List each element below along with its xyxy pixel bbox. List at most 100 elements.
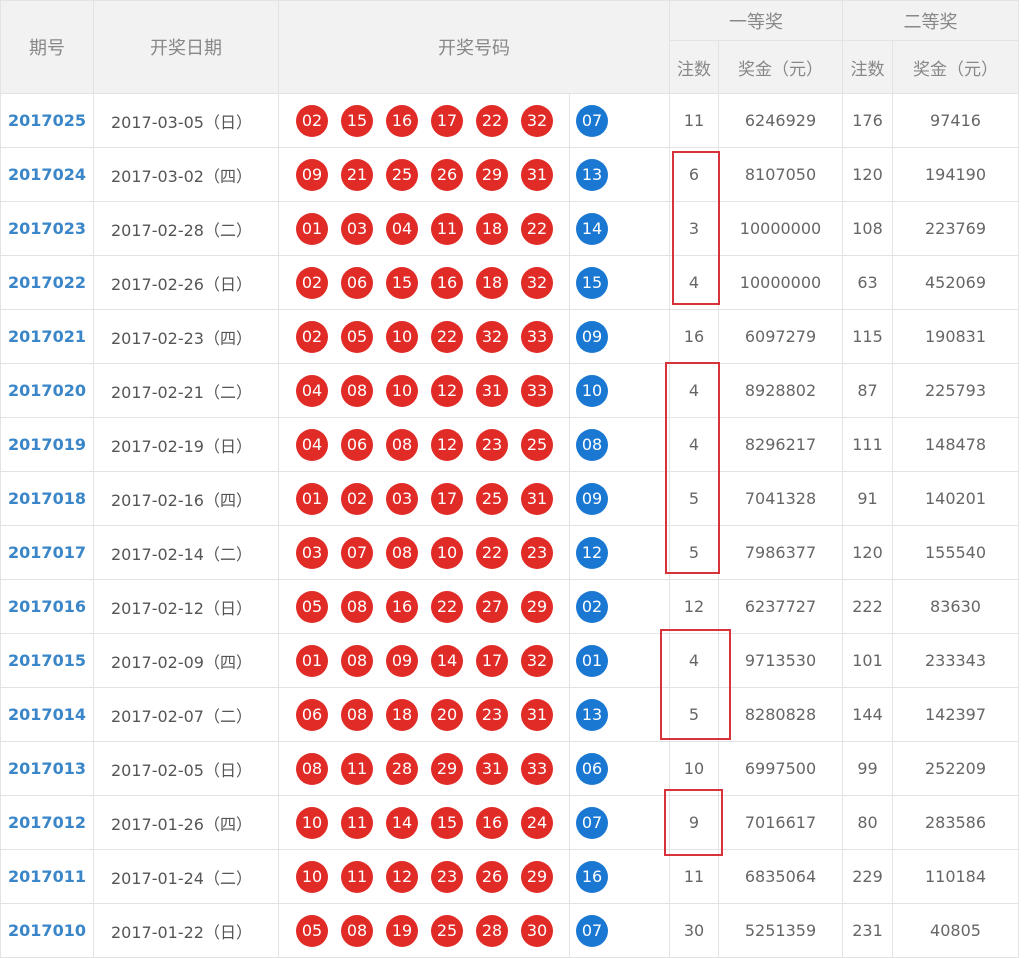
issue-link[interactable]: 2017014 [0,687,94,742]
red-ball: 23 [476,428,508,461]
blue-ball: 01 [576,644,608,677]
blue-ball: 12 [576,536,608,569]
header-first-amount: 奖金（元） [718,40,843,94]
issue-link[interactable]: 2017013 [0,741,94,796]
red-ball: 08 [386,428,418,461]
issue-link[interactable]: 2017021 [0,309,94,364]
issue-link[interactable]: 2017010 [0,903,94,958]
red-balls: 09 21 25 26 29 31 [278,147,570,202]
second-prize-amount: 140201 [892,471,1019,526]
table-row: 2017011 2017-01-24（二） 10 11 12 23 26 29 16 11 6835… [0,849,1019,904]
red-ball: 10 [296,806,328,839]
red-ball: 05 [341,320,373,353]
red-ball: 01 [296,212,328,245]
issue-link[interactable]: 2017018 [0,471,94,526]
blue-ball-cell: 02 [569,579,670,634]
red-ball: 04 [386,212,418,245]
red-ball: 31 [521,158,553,191]
first-prize-count: 4 [669,417,719,472]
issue-link[interactable]: 2017019 [0,417,94,472]
first-prize-amount: 6097279 [718,309,843,364]
second-prize-amount: 142397 [892,687,1019,742]
red-ball: 31 [476,752,508,785]
issue-link[interactable]: 2017012 [0,795,94,850]
issue-link[interactable]: 2017022 [0,255,94,310]
issue-link[interactable]: 2017017 [0,525,94,580]
red-ball: 28 [386,752,418,785]
blue-ball: 02 [576,590,608,623]
second-prize-count: 87 [842,363,893,418]
issue-link[interactable]: 2017023 [0,201,94,256]
first-prize-count: 16 [669,309,719,364]
red-ball: 03 [341,212,373,245]
issue-link[interactable]: 2017024 [0,147,94,202]
header-second-count: 注数 [842,40,893,94]
second-prize-count: 222 [842,579,893,634]
red-ball: 08 [341,374,373,407]
second-prize-count: 91 [842,471,893,526]
issue-link[interactable]: 2017015 [0,633,94,688]
red-ball: 22 [476,536,508,569]
red-ball: 32 [521,266,553,299]
issue-link[interactable]: 2017020 [0,363,94,418]
blue-ball-cell: 14 [569,201,670,256]
second-prize-amount: 155540 [892,525,1019,580]
table-row: 2017017 2017-02-14（二） 03 07 08 10 22 23 12 5 79863… [0,525,1019,580]
red-ball: 05 [296,914,328,947]
red-ball: 30 [521,914,553,947]
second-prize-amount: 252209 [892,741,1019,796]
second-prize-amount: 223769 [892,201,1019,256]
blue-ball: 07 [576,914,608,947]
blue-ball: 07 [576,104,608,137]
table-row: 2017020 2017-02-21（二） 04 08 10 12 31 33 10 4 89288… [0,363,1019,418]
red-ball: 07 [341,536,373,569]
first-prize-count: 9 [669,795,719,850]
red-ball: 08 [341,644,373,677]
second-prize-count: 101 [842,633,893,688]
draw-date: 2017-02-19（日） [93,417,279,472]
draw-date: 2017-03-05（日） [93,93,279,148]
red-ball: 15 [386,266,418,299]
issue-link[interactable]: 2017011 [0,849,94,904]
red-ball: 08 [341,914,373,947]
red-ball: 25 [386,158,418,191]
red-ball: 18 [476,266,508,299]
first-prize-count: 4 [669,633,719,688]
issue-link[interactable]: 2017025 [0,93,94,148]
blue-ball: 08 [576,428,608,461]
red-ball: 02 [341,482,373,515]
first-prize-amount: 6237727 [718,579,843,634]
table-row: 2017023 2017-02-28（二） 01 03 04 11 18 22 14 3 10000… [0,201,1019,256]
red-ball: 21 [341,158,373,191]
red-ball: 16 [476,806,508,839]
second-prize-count: 99 [842,741,893,796]
header-numbers: 开奖号码 [278,0,670,94]
table-row: 2017012 2017-01-26（四） 10 11 14 15 16 24 07 9 70166… [0,795,1019,850]
red-ball: 15 [341,104,373,137]
draw-date: 2017-02-16（四） [93,471,279,526]
red-ball: 06 [296,698,328,731]
red-ball: 11 [341,752,373,785]
first-prize-amount: 5251359 [718,903,843,958]
blue-ball-cell: 07 [569,795,670,850]
draw-date: 2017-03-02（四） [93,147,279,202]
red-ball: 25 [431,914,463,947]
draw-date: 2017-01-26（四） [93,795,279,850]
red-ball: 22 [431,590,463,623]
second-prize-count: 80 [842,795,893,850]
red-ball: 10 [386,320,418,353]
red-ball: 02 [296,320,328,353]
red-balls: 08 11 28 29 31 33 [278,741,570,796]
second-prize-amount: 83630 [892,579,1019,634]
red-ball: 12 [386,860,418,893]
issue-link[interactable]: 2017016 [0,579,94,634]
red-ball: 14 [386,806,418,839]
red-ball: 31 [476,374,508,407]
second-prize-amount: 194190 [892,147,1019,202]
blue-ball-cell: 07 [569,903,670,958]
red-ball: 12 [431,374,463,407]
draw-date: 2017-01-22（日） [93,903,279,958]
blue-ball-cell: 01 [569,633,670,688]
red-balls: 01 02 03 17 25 31 [278,471,570,526]
blue-ball: 06 [576,752,608,785]
